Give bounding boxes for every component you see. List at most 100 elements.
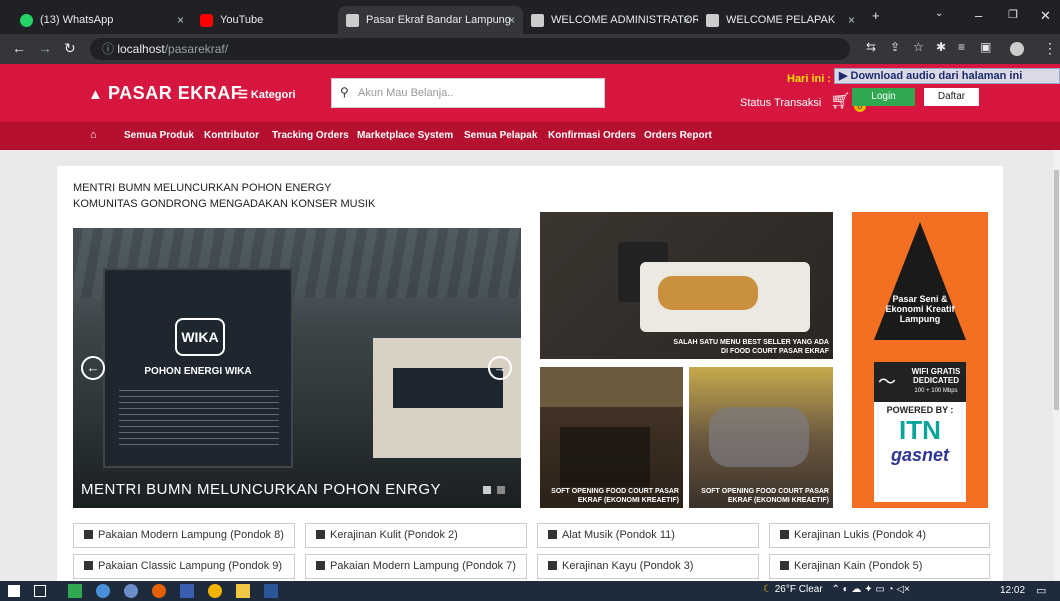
extensions-icon[interactable]: ✱ [936,40,946,54]
nav-orders-report[interactable]: Orders Report [644,130,712,141]
food-promo-image[interactable]: SALAH SATU MENU BEST SELLER YANG ADA DI … [540,212,833,359]
status-transaksi-link[interactable]: Status Transaksi 🛒︎ 0 [740,91,866,112]
opening2-caption: SOFT OPENING FOOD COURT PASAR EKRAF (EKO… [701,488,829,504]
tab-pasar-ekraf[interactable]: Pasar Ekraf Bandar Lampung × [338,6,523,34]
status-transaksi-label: Status Transaksi [740,97,822,109]
address-bar[interactable]: ⓘ localhost/pasarekraf/ [90,38,850,60]
nav-semua-produk[interactable]: Semua Produk [124,130,194,141]
system-tray: ☾ 26°F Clear ⌃ ◐ ☁ ✦ ▭ ◔ ◁× [763,584,910,595]
forward-icon[interactable]: → [38,40,52,56]
category-button[interactable]: Kerajinan Kain (Pondok 5) [769,554,990,579]
reading-list-icon[interactable]: ≡ [958,40,965,54]
grid-icon [548,530,557,539]
search-placeholder: Akun Mau Belanja.. [358,87,454,99]
reload-icon[interactable]: ↻ [64,40,76,57]
weather-text[interactable]: 26°F Clear [775,584,823,595]
scrollbar-thumb[interactable] [1054,170,1059,410]
slider-dot[interactable] [483,486,491,494]
tab-label: YouTube [220,14,264,26]
category-button[interactable]: Alat Musik (Pondok 11) [537,523,759,548]
slider-prev-button[interactable]: ← [81,356,105,380]
new-tab-icon[interactable]: + [872,8,880,23]
category-button[interactable]: Kerajinan Kayu (Pondok 3) [537,554,759,579]
tab-welcome-admin[interactable]: WELCOME ADMINISTRATOR × [523,6,698,34]
chrome-icon[interactable] [208,584,222,598]
grid-icon [780,561,789,570]
lights-image [540,367,683,407]
login-button[interactable]: Login [852,88,915,106]
grid-icon [84,530,93,539]
windows-taskbar: ☾ 26°F Clear ⌃ ◐ ☁ ✦ ▭ ◔ ◁× 12:02 ▭ [0,581,1060,601]
share-icon[interactable]: ⇪ [890,40,900,54]
slider-next-button[interactable]: → [488,356,512,380]
news-link[interactable]: KOMUNITAS GONDRONG MENGADAKAN KONSER MUS… [73,198,375,210]
pasar-seni-banner[interactable]: Pasar Seni & Ekonomi Kreatif Lampung 〜 W… [852,212,988,508]
nav-tracking-orders[interactable]: Tracking Orders [272,130,349,141]
daftar-button[interactable]: Daftar [924,88,979,106]
close-window-icon[interactable]: ✕ [1040,8,1051,24]
side-panel-icon[interactable]: ▣ [980,40,991,54]
category-label: Alat Musik (Pondok 11) [562,529,675,541]
nav-semua-pelapak[interactable]: Semua Pelapak [464,130,537,141]
app-icon[interactable] [96,584,110,598]
back-icon[interactable]: ← [12,40,26,56]
nav-konfirmasi-orders[interactable]: Konfirmasi Orders [548,130,636,141]
news-link[interactable]: MENTRI BUMN MELUNCURKAN POHON ENERGY [73,182,332,194]
close-tab-icon[interactable]: × [848,13,855,27]
profile-avatar[interactable] [1010,42,1024,56]
tray-icons[interactable]: ⌃ ◐ ☁ ✦ ▭ ◔ ◁× [831,584,910,595]
category-button[interactable]: Pakaian Modern Lampung (Pondok 7) [305,554,527,579]
home-icon[interactable]: ⌂ [90,129,97,141]
minimize-icon[interactable]: – [975,8,982,23]
app-icon[interactable] [180,584,194,598]
news-slider[interactable]: WIKA POHON ENERGI WIKA ← → MENTRI BUMN M… [73,228,521,508]
app-icon[interactable] [68,584,82,598]
grid-icon [316,561,325,570]
bookmark-star-icon[interactable]: ☆ [913,40,924,54]
opening-photo-2[interactable]: SOFT OPENING FOOD COURT PASAR EKRAF (EKO… [689,367,833,508]
category-button[interactable]: Kerajinan Lukis (Pondok 4) [769,523,990,548]
windows-start-icon[interactable] [8,585,20,597]
restore-icon[interactable]: ❐ [1008,8,1018,21]
word-icon[interactable] [264,584,278,598]
tab-youtube[interactable]: YouTube × [192,6,352,34]
search-input[interactable]: ⚲ Akun Mau Belanja.. [331,78,605,108]
app-icon[interactable] [124,584,138,598]
notification-icon[interactable]: ▭ [1036,584,1046,597]
banner-title: Pasar Seni & Ekonomi Kreatif Lampung [885,294,955,324]
translate-icon[interactable]: ⇆ [866,40,876,54]
page-scrollbar[interactable] [1053,150,1060,580]
gasnet-logo: gasnet [890,445,950,465]
kategori-button[interactable]: ☰ Kategori [238,88,296,101]
site-logo[interactable]: ▲ PASAR EKRAF [88,83,242,104]
slider-dot[interactable] [497,486,505,494]
close-tab-icon[interactable]: × [683,13,690,27]
category-label: Pakaian Modern Lampung (Pondok 8) [98,529,284,541]
site-icon [531,13,544,27]
nav-kontributor[interactable]: Kontributor [204,130,259,141]
close-tab-icon[interactable]: × [508,13,515,27]
tab-whatsapp[interactable]: (13) WhatsApp × [12,6,192,34]
wifi-speed: 100 + 100 Mbps [914,388,958,394]
tab-welcome-pelapak[interactable]: WELCOME PELAPAK × [698,6,863,34]
opening-photo-1[interactable]: SOFT OPENING FOOD COURT PASAR EKRAF (EKO… [540,367,683,508]
nav-marketplace-system[interactable]: Marketplace System [357,130,453,141]
wika-logo: WIKA [175,318,225,356]
category-button[interactable]: Pakaian Modern Lampung (Pondok 8) [73,523,295,548]
file-explorer-icon[interactable] [236,584,250,598]
clock[interactable]: 12:02 [1000,585,1025,596]
sign-board-image: WIKA POHON ENERGI WIKA [103,268,293,468]
banner-image [393,368,503,408]
category-button[interactable]: Kerajinan Kulit (Pondok 2) [305,523,527,548]
cart-icon[interactable]: 🛒︎ [830,93,850,110]
category-button[interactable]: Pakaian Classic Lampung (Pondok 9) [73,554,295,579]
download-audio-banner[interactable]: ▶ Download audio dari halaman ini [834,68,1060,84]
tab-search-icon[interactable]: ⌄ [935,8,943,19]
task-view-icon[interactable] [34,585,46,597]
category-label: Pakaian Classic Lampung (Pondok 9) [98,560,283,572]
firefox-icon[interactable] [152,584,166,598]
browser-tab-bar: (13) WhatsApp × YouTube × Pasar Ekraf Ba… [0,0,1060,34]
menu-icon[interactable]: ⋮ [1043,40,1057,57]
close-tab-icon[interactable]: × [177,13,184,27]
tab-label: WELCOME ADMINISTRATOR [551,14,698,26]
